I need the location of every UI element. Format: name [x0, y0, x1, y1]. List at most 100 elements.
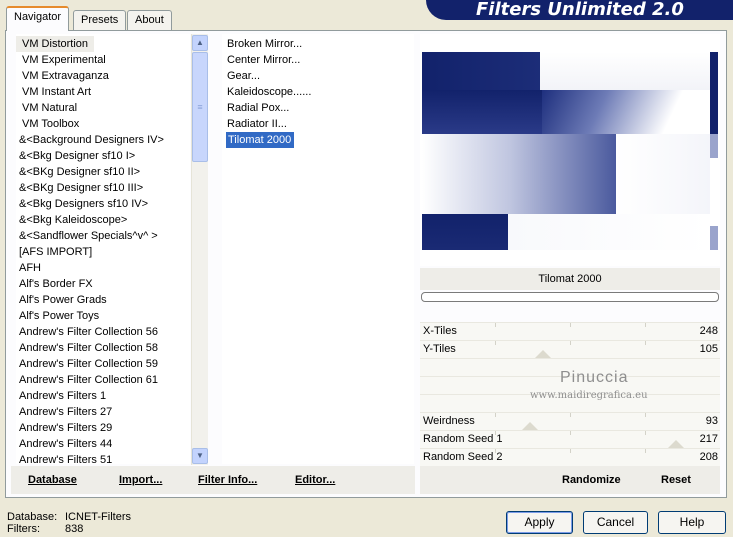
- slider-tick: [495, 413, 496, 417]
- slider-weirdness[interactable]: Weirdness 93: [420, 412, 720, 430]
- app-title-banner: Filters Unlimited 2.0: [426, 0, 733, 20]
- filters-count-value: 838: [65, 523, 84, 535]
- filter-list[interactable]: Broken Mirror... Center Mirror... Gear..…: [222, 34, 414, 464]
- category-item[interactable]: Andrew's Filters 1: [16, 388, 190, 404]
- cancel-button[interactable]: Cancel: [583, 511, 648, 534]
- category-item[interactable]: &<Bkg Designer sf10 I>: [16, 148, 190, 164]
- scroll-thumb[interactable]: ≡: [192, 52, 208, 162]
- category-item[interactable]: &<Background Designers IV>: [16, 132, 190, 148]
- category-item[interactable]: Andrew's Filter Collection 59: [16, 356, 190, 372]
- progress-bar: [421, 292, 719, 302]
- category-item[interactable]: AFH: [16, 260, 190, 276]
- current-filter-name: Tilomat 2000: [420, 268, 720, 290]
- category-item[interactable]: Andrew's Filter Collection 56: [16, 324, 190, 340]
- slider-y-tiles[interactable]: Y-Tiles 105: [420, 340, 720, 358]
- category-scrollbar[interactable]: ▲ ≡ ▼: [191, 34, 208, 465]
- slider-tick: [570, 413, 571, 417]
- app-title: Filters Unlimited 2.0: [476, 0, 684, 20]
- slider-value: 217: [699, 433, 718, 445]
- preview-tile: [616, 134, 710, 214]
- apply-button[interactable]: Apply: [506, 511, 573, 534]
- slider-value: 208: [699, 451, 718, 463]
- category-item[interactable]: Andrew's Filters 27: [16, 404, 190, 420]
- preview-tile: [422, 214, 508, 250]
- filter-info-button[interactable]: Filter Info...: [198, 474, 257, 486]
- category-item[interactable]: Andrew's Filters 29: [16, 420, 190, 436]
- category-item[interactable]: Andrew's Filters 44: [16, 436, 190, 452]
- filter-item[interactable]: Radial Pox...: [224, 100, 414, 116]
- slider-label: Random Seed 1: [423, 433, 503, 445]
- slider-tick: [570, 449, 571, 453]
- slider-x-tiles[interactable]: X-Tiles 248: [420, 322, 720, 340]
- category-item[interactable]: &<Bkg Designers sf10 IV>: [16, 196, 190, 212]
- slider-knob[interactable]: [668, 440, 684, 448]
- scroll-down-button[interactable]: ▼: [192, 448, 208, 464]
- slider-tick: [570, 431, 571, 435]
- help-button[interactable]: Help: [658, 511, 726, 534]
- filter-item[interactable]: Radiator II...: [224, 116, 414, 132]
- category-item[interactable]: Andrew's Filter Collection 61: [16, 372, 190, 388]
- filter-item[interactable]: Broken Mirror...: [224, 36, 414, 52]
- slider-tick: [645, 431, 646, 435]
- category-item[interactable]: &<BKg Designer sf10 II>: [16, 164, 190, 180]
- category-list[interactable]: VM Distortion VM Experimental VM Extrava…: [16, 34, 190, 464]
- filter-item[interactable]: Gear...: [224, 68, 414, 84]
- slider-value: 93: [705, 415, 718, 427]
- chevron-up-icon: ▲: [196, 38, 204, 47]
- slider-label: Y-Tiles: [423, 343, 456, 355]
- preview-tile: [542, 90, 710, 134]
- category-item[interactable]: VM Instant Art: [16, 84, 190, 100]
- slider-value: 105: [699, 343, 718, 355]
- randomize-button[interactable]: Randomize: [562, 474, 621, 486]
- slider-tick: [495, 323, 496, 327]
- preview-tile: [422, 52, 540, 90]
- slider-tick: [645, 323, 646, 327]
- preview-tile: [508, 214, 710, 250]
- category-item[interactable]: Andrew's Filters 51: [16, 452, 190, 464]
- slider-tick: [645, 341, 646, 345]
- chevron-down-icon: ▼: [196, 451, 204, 460]
- category-item[interactable]: VM Toolbox: [16, 116, 190, 132]
- filter-item-selected[interactable]: Tilomat 2000: [226, 132, 295, 148]
- scroll-up-button[interactable]: ▲: [192, 35, 208, 51]
- preview-tile: [710, 52, 718, 134]
- slider-random-seed-2[interactable]: Random Seed 2 208: [420, 448, 720, 466]
- filter-preview: [420, 34, 720, 266]
- category-item[interactable]: VM Natural: [16, 100, 190, 116]
- watermark-name: Pinuccia: [560, 369, 629, 386]
- slider-knob[interactable]: [535, 350, 551, 358]
- category-item[interactable]: &<Sandflower Specials^v^ >: [16, 228, 190, 244]
- category-item[interactable]: Alf's Power Toys: [16, 308, 190, 324]
- database-value: ICNET-Filters: [65, 511, 131, 523]
- category-item[interactable]: VM Experimental: [16, 52, 190, 68]
- slider-label: Weirdness: [423, 415, 475, 427]
- category-item[interactable]: &<Bkg Kaleidoscope>: [16, 212, 190, 228]
- preview-tile: [422, 134, 616, 214]
- slider-label: Random Seed 2: [423, 451, 503, 463]
- category-item[interactable]: Andrew's Filter Collection 58: [16, 340, 190, 356]
- reset-button[interactable]: Reset: [661, 474, 691, 486]
- slider-knob[interactable]: [522, 422, 538, 430]
- category-item[interactable]: Alf's Border FX: [16, 276, 190, 292]
- filter-item[interactable]: Kaleidoscope......: [224, 84, 414, 100]
- slider-tick: [645, 449, 646, 453]
- editor-button[interactable]: Editor...: [295, 474, 335, 486]
- import-button[interactable]: Import...: [119, 474, 162, 486]
- slider-label: X-Tiles: [423, 325, 457, 337]
- slider-tick: [495, 341, 496, 345]
- watermark-url: www.maidiregrafica.eu: [530, 390, 648, 401]
- slider-value: 248: [699, 325, 718, 337]
- preview-tile: [710, 226, 718, 250]
- slider-tick: [570, 323, 571, 327]
- category-item[interactable]: Alf's Power Grads: [16, 292, 190, 308]
- slider-random-seed-1[interactable]: Random Seed 1 217: [420, 430, 720, 448]
- grip-icon: ≡: [197, 102, 203, 112]
- category-item[interactable]: &<BKg Designer sf10 III>: [16, 180, 190, 196]
- category-item[interactable]: VM Distortion: [16, 36, 95, 52]
- preview-tile: [710, 134, 718, 158]
- filter-item[interactable]: Center Mirror...: [224, 52, 414, 68]
- database-button[interactable]: Database: [28, 474, 77, 486]
- slider-tick: [570, 341, 571, 345]
- category-item[interactable]: [AFS IMPORT]: [16, 244, 190, 260]
- category-item[interactable]: VM Extravaganza: [16, 68, 190, 84]
